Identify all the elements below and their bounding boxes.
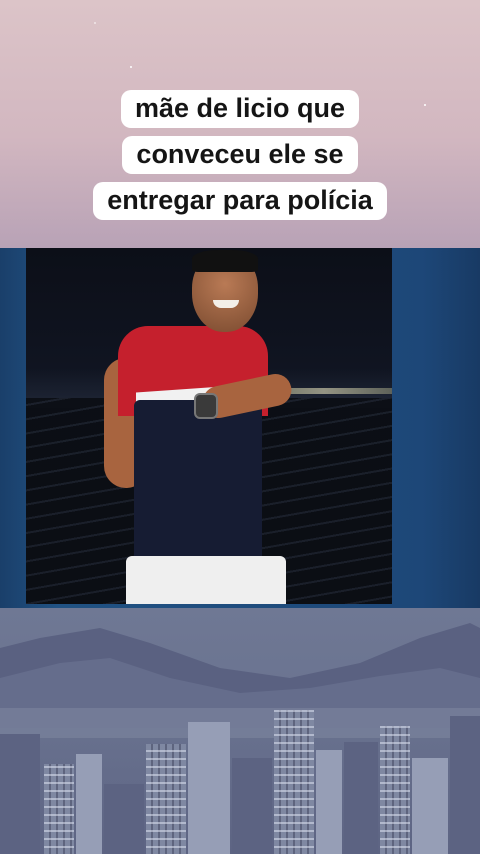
caption-line-3: entregar para polícia — [93, 182, 387, 220]
building — [450, 716, 480, 854]
person-shirt-navy — [134, 400, 262, 570]
building — [44, 764, 74, 854]
building — [316, 750, 342, 854]
building — [412, 758, 448, 854]
building — [380, 726, 410, 854]
building — [0, 734, 40, 854]
star-dot — [94, 22, 96, 24]
building — [146, 744, 186, 854]
wristwatch — [194, 393, 218, 419]
building — [104, 784, 144, 854]
building — [274, 710, 314, 854]
building — [188, 722, 230, 854]
star-dot — [130, 66, 132, 68]
person-smile — [213, 300, 239, 308]
building — [232, 758, 272, 854]
person-shorts — [126, 556, 286, 604]
news-photo — [26, 248, 392, 604]
caption-line-1: mãe de licio que — [120, 90, 360, 128]
news-frame — [0, 248, 480, 608]
building — [76, 754, 102, 854]
caption-line-2: conveceu ele se — [122, 136, 358, 174]
pixel-city-skyline — [0, 608, 480, 854]
building — [344, 742, 378, 854]
video-caption: mãe de licio que conveceu ele se entrega… — [0, 86, 480, 224]
person-hair — [192, 250, 258, 272]
